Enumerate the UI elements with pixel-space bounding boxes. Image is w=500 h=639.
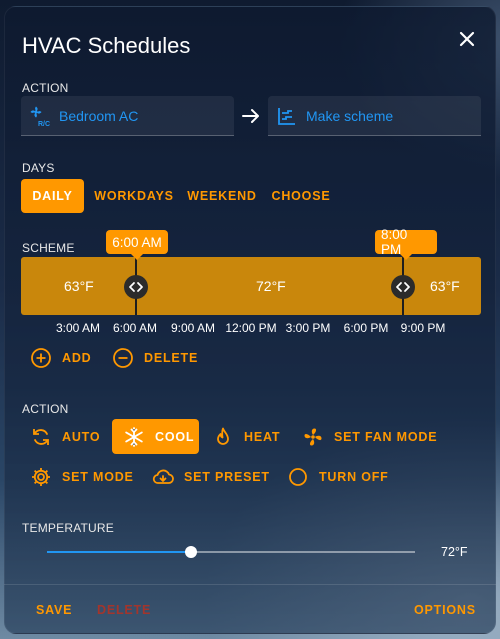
axis-tick-label: 12:00 PM [225,321,277,335]
mode-section-label: ACTION [22,402,69,416]
fan-icon [302,426,324,448]
circle-outline-icon [287,466,309,488]
delete-button[interactable]: DELETE [97,603,151,617]
footer-divider [4,584,496,585]
entity-value: Bedroom AC [59,107,139,124]
set-preset-label: SET PRESET [184,470,270,484]
temperature-section-label: TEMPERATURE [22,521,114,535]
mode-heat-button[interactable]: HEAT [212,425,280,449]
scheme-segment-temp: 72°F [256,278,286,294]
mode-fan-label: SET FAN MODE [334,430,438,444]
set-mode-label: SET MODE [62,470,134,484]
mode-heat-label: HEAT [244,430,281,444]
scheme-section-label: SCHEME [22,241,75,255]
svg-text:R/C: R/C [38,121,50,127]
add-label: ADD [62,351,92,365]
axis-tick-label: 6:00 AM [112,321,158,335]
drag-handle-icon[interactable] [391,275,415,299]
turn-off-label: TURN OFF [319,470,389,484]
axis-tick-label: 6:00 PM [343,321,389,335]
axis-tick-label: 3:00 PM [285,321,331,335]
scheme-marker-time: 8:00 PM [375,227,437,260]
delete-slot-button[interactable]: DELETE [112,347,198,369]
mode-auto-label: AUTO [62,430,101,444]
drag-handle-icon[interactable] [124,275,148,299]
scheme-select[interactable]: Make scheme [268,96,481,136]
scheme-segment-temp: 63°F [430,278,460,294]
arrow-right-icon [240,105,262,127]
axis-tick-label: 9:00 AM [170,321,216,335]
turn-off-button[interactable]: TURN OFF [287,465,389,489]
save-button[interactable]: SAVE [36,603,72,617]
entity-select[interactable]: R/C Bedroom AC [21,96,234,136]
day-option-daily[interactable]: DAILY [21,179,84,213]
add-button[interactable]: ADD [30,347,91,369]
fire-icon [212,426,234,448]
options-button[interactable]: OPTIONS [414,603,476,617]
temperature-slider[interactable] [47,546,415,558]
cloud-download-icon [152,466,174,488]
set-preset-button[interactable]: SET PRESET [152,465,270,489]
snowflake-icon [123,426,145,448]
mode-cool-label: COOL [155,429,195,444]
air-conditioner-icon: R/C [29,105,51,127]
scheme-value: Make scheme [306,107,394,124]
axis-tick-label: 9:00 PM [400,321,446,335]
scheme-segment-temp: 63°F [64,278,94,294]
day-option-workdays[interactable]: WORKDAYS [90,179,178,213]
action-section-label: ACTION [22,81,69,95]
close-icon[interactable] [455,27,479,51]
day-option-choose[interactable]: CHOOSE [266,179,336,213]
axis-tick-label: 3:00 AM [55,321,101,335]
temperature-slider-thumb[interactable] [184,546,197,558]
minus-circle-icon [112,347,134,369]
refresh-icon [30,426,52,448]
mode-cool-button[interactable]: COOL [112,419,199,454]
dialog-title: HVAC Schedules [22,33,191,58]
plus-circle-icon [30,347,52,369]
mode-fan-button[interactable]: SET FAN MODE [302,425,437,449]
temperature-value: 72°F [441,545,468,559]
days-section-label: DAYS [22,161,55,175]
gear-icon [30,466,52,488]
mode-auto-button[interactable]: AUTO [30,425,100,449]
day-option-weekend[interactable]: WEEKEND [183,179,261,213]
scheme-marker-time: 6:00 AM [106,230,168,260]
temperature-slider-fill [47,551,191,553]
set-mode-button[interactable]: SET MODE [30,465,134,489]
chart-timeline-icon [276,105,298,127]
delete-slot-label: DELETE [144,351,199,365]
